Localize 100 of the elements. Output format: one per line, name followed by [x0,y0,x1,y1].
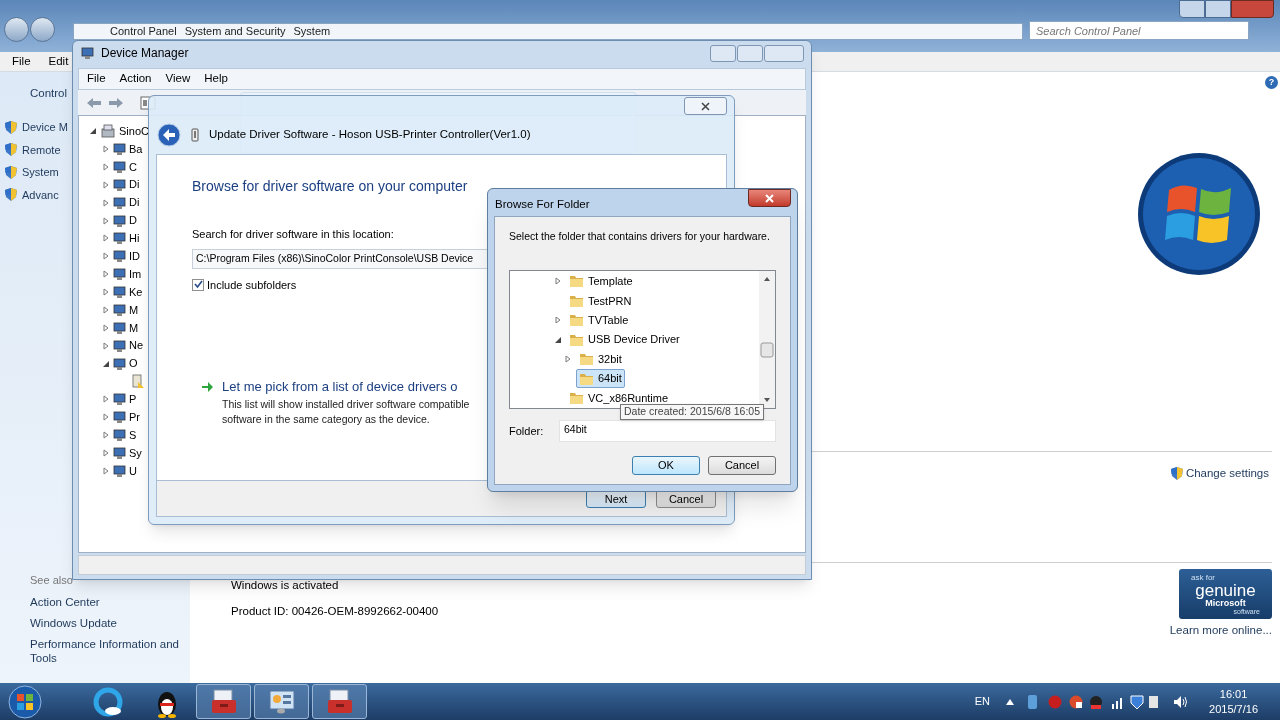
tree-item[interactable]: C [129,158,137,176]
expand-icon[interactable] [102,144,110,153]
volume-icon[interactable] [1173,694,1190,709]
expand-icon[interactable] [102,395,110,404]
tree-item[interactable]: SinoC [119,122,149,140]
expand-icon[interactable] [102,198,110,207]
taskbar-button[interactable] [196,684,251,719]
forward-arrow-icon[interactable] [108,96,124,109]
menu-item[interactable]: File [87,70,106,88]
tree-item[interactable]: Hi [129,230,140,247]
folder-item[interactable]: Template [566,272,636,291]
browser-icon[interactable] [92,685,124,718]
tree-item[interactable]: Im [129,265,142,283]
folder-item[interactable]: 64bit [576,369,625,388]
see-also-link[interactable]: Windows Update [30,616,185,630]
folder-item[interactable]: TestPRN [566,291,635,311]
breadcrumb-item[interactable]: System and Security [184,23,286,40]
taskbar-button[interactable] [312,684,367,719]
maximize-button[interactable] [737,44,763,62]
section-title: See also [30,572,74,588]
tree-item[interactable]: M [129,301,139,319]
folder-icon [579,352,594,367]
help-button[interactable]: ? [1265,76,1278,89]
start-button[interactable] [6,684,44,719]
minimize-button[interactable] [1179,0,1205,18]
dialog-button[interactable]: OK [632,455,700,475]
clock-time[interactable]: 16:01 [1219,686,1248,702]
back-arrow-icon[interactable] [86,96,102,109]
tree-item[interactable]: Di [129,176,140,193]
pick-driver-link[interactable]: Let me pick from a list of device drivers o [222,377,458,397]
menu-item[interactable]: Help [204,70,228,88]
language-indicator[interactable]: EN [974,693,991,710]
task-link[interactable]: Advanc [22,186,59,203]
back-button[interactable] [4,17,29,42]
expand-icon[interactable] [102,180,110,189]
tree-item[interactable]: U [129,462,137,480]
taskbar-button[interactable] [254,684,309,719]
expand-icon[interactable] [102,288,110,297]
see-also-link[interactable]: Action Center [30,595,185,609]
expand-icon[interactable] [102,341,110,350]
tree-item[interactable]: M [129,319,139,337]
task-link[interactable]: System [22,164,59,181]
search-field[interactable]: Search Control Panel [1029,21,1249,40]
tree-item[interactable]: Di [129,194,140,211]
maximize-button[interactable] [1205,0,1231,18]
expand-icon[interactable] [102,431,110,440]
task-link[interactable]: Remote [22,141,61,158]
change-settings-link[interactable]: Change settings [1185,465,1269,483]
shield-icon [4,142,18,158]
collapse-icon[interactable] [102,359,110,368]
tree-item[interactable]: S [129,426,137,444]
close-button[interactable] [684,97,727,115]
control-panel-link[interactable]: Control [30,85,68,101]
tree-item[interactable]: Ba [129,140,143,158]
expand-icon[interactable] [554,316,562,325]
tree-item[interactable]: O [129,355,138,372]
expand-icon[interactable] [564,355,572,364]
menu-item[interactable]: Action [119,70,152,88]
expand-icon[interactable] [554,277,562,286]
tree-item[interactable]: Pr [129,409,140,426]
task-link[interactable]: Device M [22,119,68,136]
tray-expand-icon[interactable] [1006,698,1015,705]
expand-icon[interactable] [102,234,110,243]
address-bar[interactable]: Control Panel System and Security System [73,23,1023,40]
learn-more-link[interactable]: Learn more online... [1169,622,1272,640]
expand-icon[interactable] [102,270,110,279]
folder-item[interactable]: TVTable [566,311,632,330]
minimize-button[interactable] [710,44,736,62]
tree-item[interactable]: Ne [129,337,144,354]
menu-item[interactable]: Edit [48,52,69,71]
tree-item[interactable]: Ke [129,283,143,301]
tree-item[interactable]: Sy [129,444,142,462]
collapse-icon[interactable] [554,335,562,344]
expand-icon[interactable] [102,449,110,458]
expand-icon[interactable] [102,323,110,332]
forward-button[interactable] [30,17,55,42]
folder-item[interactable]: 32bit [576,349,625,369]
close-button[interactable] [748,189,791,207]
expand-icon[interactable] [102,252,110,261]
scrollbar[interactable] [759,270,775,408]
dialog-button[interactable]: Cancel [708,455,776,475]
expand-icon[interactable] [102,162,110,171]
include-subfolders-checkbox[interactable] [192,278,204,291]
breadcrumb-item[interactable]: System [293,23,331,40]
breadcrumb-item[interactable]: Control Panel [110,23,177,40]
warning-device-icon[interactable] [131,374,145,389]
menu-item[interactable]: View [165,70,191,88]
folder-item[interactable]: USB Device Driver [566,330,683,349]
tree-item[interactable]: D [129,212,137,229]
tree-item[interactable]: ID [129,248,140,265]
expand-icon[interactable] [102,216,110,225]
clock-date[interactable]: 2015/7/16 [1209,701,1258,717]
menu-item[interactable]: File [12,52,31,71]
folder-field[interactable]: 64bit [559,419,776,442]
expand-icon[interactable] [102,413,110,422]
tree-item[interactable]: P [129,391,137,408]
collapse-icon[interactable] [89,127,97,135]
see-also-link[interactable]: Performance Information and Tools [30,637,185,665]
expand-icon[interactable] [102,466,110,475]
expand-icon[interactable] [102,305,110,314]
